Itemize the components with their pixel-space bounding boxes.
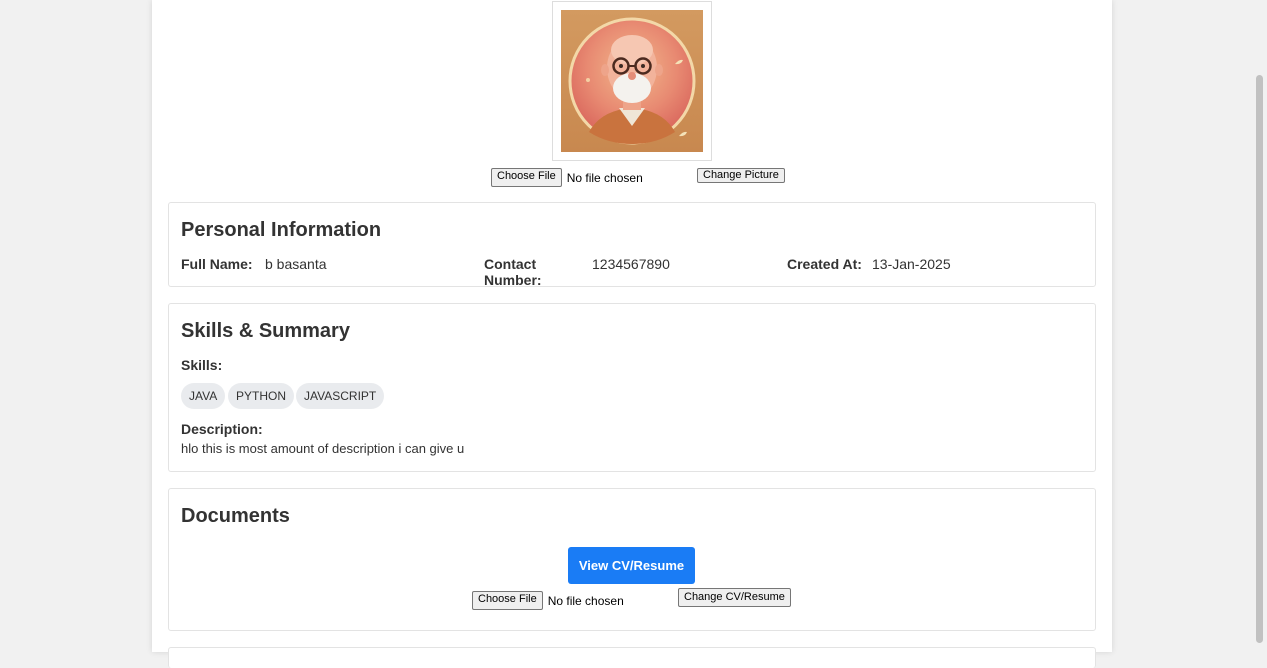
created-at-label: Created At: (787, 256, 862, 272)
full-name-label: Full Name: (181, 256, 253, 272)
next-section-card (168, 647, 1096, 668)
skills-field: Skills: (181, 357, 222, 373)
skill-chip: JAVASCRIPT (296, 383, 385, 409)
cv-file-input[interactable]: Choose File No file chosen (472, 591, 624, 610)
profile-picture-file-input[interactable]: Choose File No file chosen (491, 168, 643, 187)
full-name-value: b basanta (265, 256, 327, 272)
change-picture-button[interactable]: Change Picture (697, 168, 785, 183)
skill-chip: PYTHON (228, 383, 295, 409)
scrollbar-thumb[interactable] (1256, 75, 1263, 643)
skills-summary-card: Skills & Summary Skills: JAVA PYTHON JAV… (168, 303, 1096, 472)
created-at-value: 13-Jan-2025 (872, 256, 951, 272)
change-cv-button[interactable]: Change CV/Resume (678, 588, 791, 607)
view-cv-button[interactable]: View CV/Resume (568, 547, 695, 584)
created-at-field: Created At: 13-Jan-2025 (787, 256, 951, 272)
profile-picture-frame (552, 1, 712, 161)
personal-information-card: Personal Information Full Name: b basant… (168, 202, 1096, 288)
skill-chip: JAVA (181, 383, 226, 409)
documents-card: Documents View CV/Resume Choose File No … (168, 488, 1096, 631)
contact-number-field: Contact Number: 1234567890 (484, 256, 670, 288)
personal-information-title: Personal Information (181, 219, 382, 241)
description-value-row: hlo this is most amount of description i… (181, 441, 464, 456)
description-value: hlo this is most amount of description i… (181, 441, 465, 456)
vertical-scrollbar[interactable] (1252, 0, 1267, 652)
contact-number-value: 1234567890 (592, 256, 670, 272)
choose-file-button[interactable]: Choose File (491, 168, 562, 187)
choose-file-button[interactable]: Choose File (472, 591, 543, 610)
profile-page: Choose File No file chosen Change Pictur… (152, 0, 1112, 668)
description-label-row: Description: (181, 421, 263, 437)
skills-summary-title: Skills & Summary (181, 320, 350, 342)
contact-number-label: Contact Number: (484, 256, 542, 288)
file-status-text: No file chosen (566, 170, 643, 185)
profile-picture (561, 10, 703, 152)
file-status-text: No file chosen (547, 593, 624, 608)
skills-label: Skills: (181, 357, 223, 373)
full-name-field: Full Name: b basanta (181, 256, 327, 272)
documents-title: Documents (181, 505, 290, 527)
description-label: Description: (181, 421, 263, 437)
